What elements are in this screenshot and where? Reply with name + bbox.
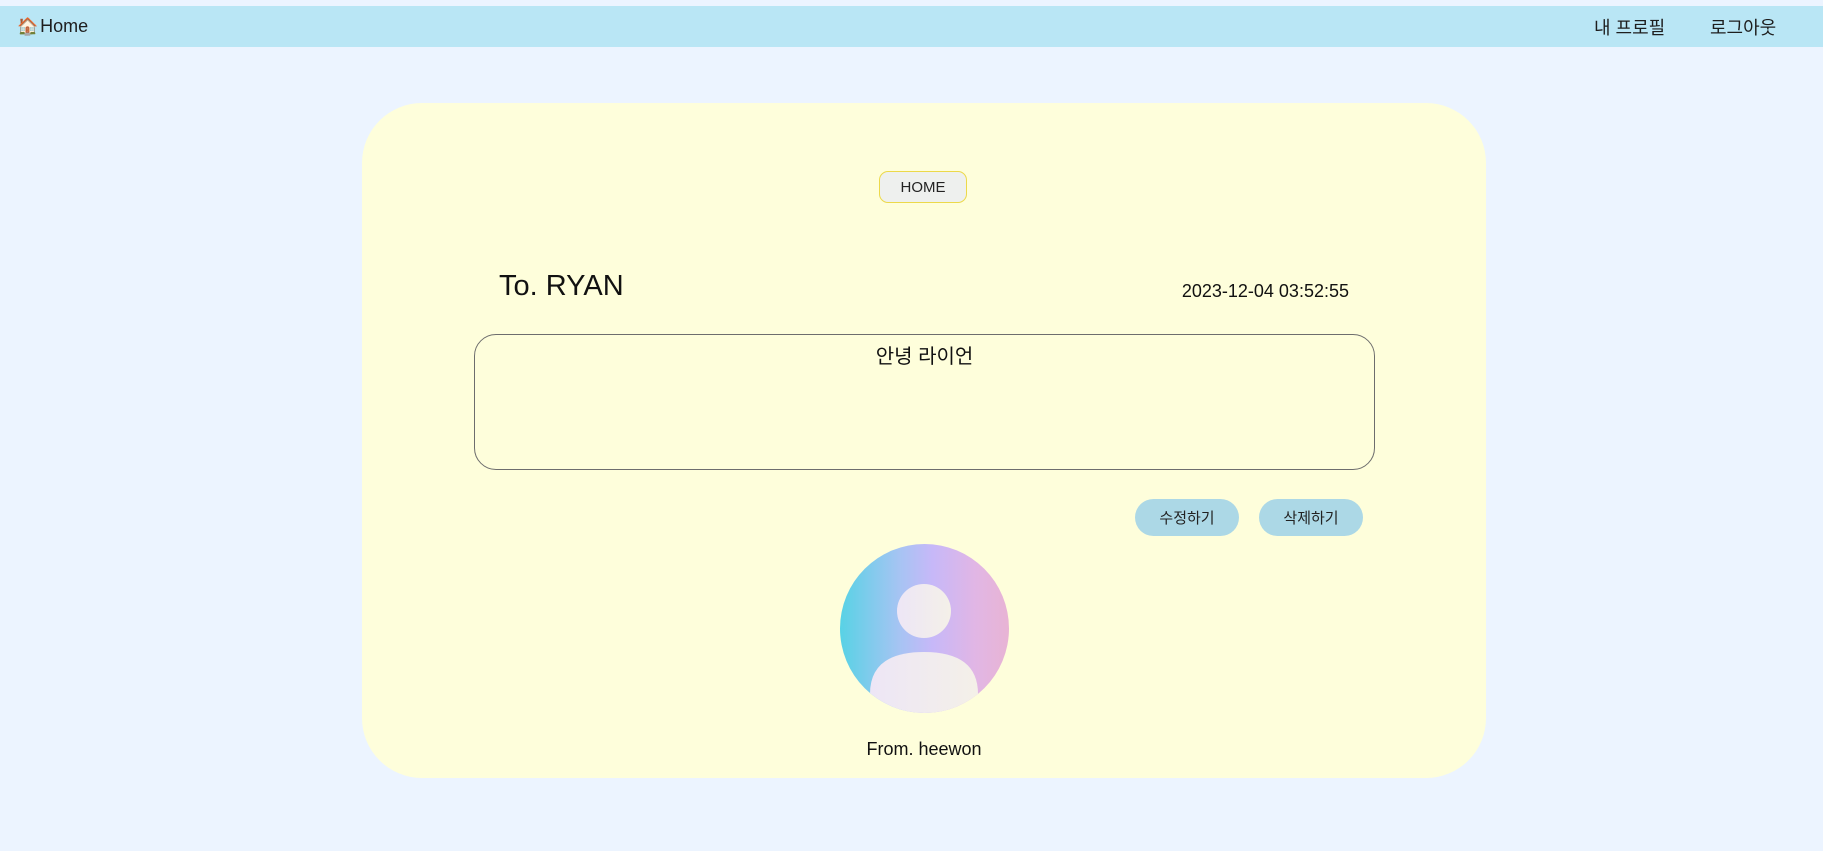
top-navigation-bar: 🏠 Home 내 프로필 로그아웃 — [0, 6, 1823, 47]
message-text: 안녕 라이언 — [875, 346, 974, 368]
home-link[interactable]: 🏠 Home — [17, 6, 88, 47]
letter-card: HOME To. RYAN 2023-12-04 03:52:55 안녕 라이언… — [362, 103, 1486, 778]
message-box: 안녕 라이언 — [474, 334, 1375, 470]
user-avatar-icon — [840, 544, 1009, 713]
house-icon: 🏠 — [17, 17, 39, 36]
letter-timestamp: 2023-12-04 03:52:55 — [1181, 281, 1349, 301]
home-link-label: Home — [40, 16, 89, 36]
my-profile-link[interactable]: 내 프로필 — [1594, 6, 1665, 47]
home-button[interactable]: HOME — [879, 171, 967, 203]
recipient-heading: To. RYAN — [499, 270, 624, 302]
edit-button[interactable]: 수정하기 — [1135, 499, 1239, 536]
sender-signature: From. heewon — [866, 739, 982, 759]
delete-button[interactable]: 삭제하기 — [1259, 499, 1363, 536]
logout-link[interactable]: 로그아웃 — [1710, 6, 1776, 47]
